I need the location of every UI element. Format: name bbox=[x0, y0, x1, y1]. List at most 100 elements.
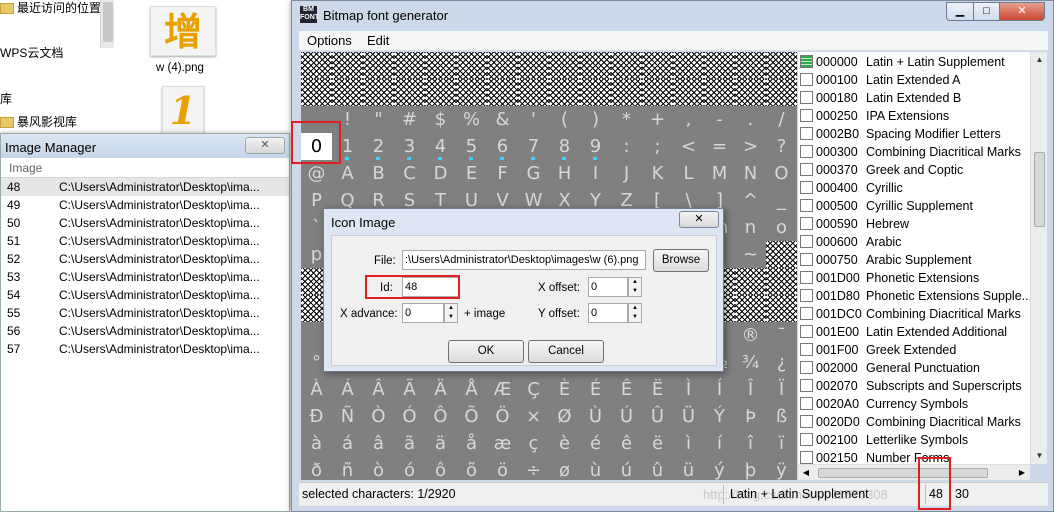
char-cell[interactable]: Ù bbox=[580, 403, 611, 430]
char-cell[interactable]: æ bbox=[487, 430, 518, 457]
char-cell[interactable]: Í bbox=[704, 376, 735, 403]
char-cell[interactable]: Ì bbox=[673, 376, 704, 403]
char-cell[interactable] bbox=[363, 79, 394, 106]
range-item[interactable]: 000400 Cyrillic bbox=[800, 179, 903, 197]
char-cell[interactable] bbox=[611, 52, 642, 79]
char-cell[interactable]: Â bbox=[363, 376, 394, 403]
char-cell[interactable] bbox=[735, 52, 766, 79]
range-item[interactable]: 000100 Latin Extended A bbox=[800, 71, 961, 89]
char-cell[interactable]: B bbox=[363, 160, 394, 187]
file-thumbnail[interactable]: 增 bbox=[150, 6, 216, 56]
char-cell[interactable]: 6 bbox=[487, 133, 518, 160]
char-cell[interactable]: Ü bbox=[673, 403, 704, 430]
range-item[interactable]: 000750 Arabic Supplement bbox=[800, 251, 972, 269]
list-item[interactable]: 51 C:\Users\Administrator\Desktop\ima... bbox=[1, 232, 289, 250]
explorer-scrollbar[interactable] bbox=[100, 0, 114, 48]
range-item[interactable]: 000600 Arabic bbox=[800, 233, 901, 251]
range-checkbox[interactable] bbox=[800, 271, 813, 284]
close-button[interactable]: ✕ bbox=[245, 137, 285, 154]
char-cell[interactable] bbox=[766, 79, 797, 106]
char-cell[interactable]: G bbox=[518, 160, 549, 187]
char-cell[interactable] bbox=[642, 52, 673, 79]
char-cell[interactable]: Æ bbox=[487, 376, 518, 403]
range-checkbox[interactable] bbox=[800, 343, 813, 356]
char-cell[interactable]: Ò bbox=[363, 403, 394, 430]
char-cell[interactable]: 9 bbox=[580, 133, 611, 160]
nav-item-recent-places[interactable]: 最近访问的位置 bbox=[0, 0, 101, 16]
file-path-field[interactable]: :\Users\Administrator\Desktop\images\w (… bbox=[402, 250, 646, 270]
char-cell[interactable]: ÷ bbox=[518, 457, 549, 480]
range-item[interactable]: 001D00 Phonetic Extensions bbox=[800, 269, 979, 287]
char-cell[interactable]: × bbox=[518, 403, 549, 430]
range-list-vertical-scrollbar[interactable]: ▲ ▼ bbox=[1030, 52, 1047, 464]
char-cell[interactable]: 8 bbox=[549, 133, 580, 160]
file-thumbnail[interactable]: 1 bbox=[162, 86, 204, 134]
char-cell[interactable]: Ö bbox=[487, 403, 518, 430]
char-cell[interactable]: ø bbox=[549, 457, 580, 480]
x-offset-spinner[interactable]: ▲ ▼ bbox=[628, 277, 642, 297]
char-cell[interactable]: K bbox=[642, 160, 673, 187]
char-cell[interactable] bbox=[363, 52, 394, 79]
char-cell[interactable] bbox=[642, 79, 673, 106]
char-cell[interactable]: Ê bbox=[611, 376, 642, 403]
char-cell[interactable]: ú bbox=[611, 457, 642, 480]
char-cell[interactable]: Î bbox=[735, 376, 766, 403]
char-cell[interactable]: ù bbox=[580, 457, 611, 480]
char-cell[interactable]: ó bbox=[394, 457, 425, 480]
range-checkbox[interactable] bbox=[800, 451, 813, 464]
image-manager-titlebar[interactable]: Image Manager ✕ bbox=[1, 134, 289, 158]
range-list-horizontal-scrollbar[interactable]: ◀ ▶ bbox=[798, 464, 1030, 480]
char-cell[interactable] bbox=[673, 79, 704, 106]
range-checkbox[interactable] bbox=[800, 55, 813, 68]
char-cell[interactable] bbox=[673, 52, 704, 79]
range-item[interactable]: 002000 General Punctuation bbox=[800, 359, 980, 377]
char-cell[interactable]: è bbox=[549, 430, 580, 457]
range-item[interactable]: 001D80 Phonetic Extensions Supple... bbox=[800, 287, 1030, 305]
list-item[interactable]: 52 C:\Users\Administrator\Desktop\ima... bbox=[1, 250, 289, 268]
char-cell[interactable]: ¯ bbox=[766, 322, 797, 349]
char-cell[interactable]: 0 bbox=[301, 133, 332, 160]
scroll-left-arrow-icon[interactable]: ◀ bbox=[798, 465, 814, 481]
char-cell[interactable]: É bbox=[580, 376, 611, 403]
cancel-button[interactable]: Cancel bbox=[528, 340, 604, 363]
char-cell[interactable]: _ bbox=[766, 187, 797, 214]
browse-button[interactable]: Browse bbox=[653, 249, 709, 272]
char-cell[interactable]: á bbox=[332, 430, 363, 457]
char-cell[interactable] bbox=[549, 52, 580, 79]
char-cell[interactable]: Ø bbox=[549, 403, 580, 430]
range-item[interactable]: 000180 Latin Extended B bbox=[800, 89, 961, 107]
char-cell[interactable]: ) bbox=[580, 106, 611, 133]
char-cell[interactable]: Ñ bbox=[332, 403, 363, 430]
range-item[interactable]: 000300 Combining Diacritical Marks bbox=[800, 143, 1021, 161]
range-checkbox[interactable] bbox=[800, 181, 813, 194]
char-cell[interactable]: 4 bbox=[425, 133, 456, 160]
range-checkbox[interactable] bbox=[800, 127, 813, 140]
scroll-thumb[interactable] bbox=[818, 468, 988, 478]
scroll-thumb[interactable] bbox=[1034, 152, 1045, 227]
list-item[interactable]: 54 C:\Users\Administrator\Desktop\ima... bbox=[1, 286, 289, 304]
char-cell[interactable]: ö bbox=[487, 457, 518, 480]
char-cell[interactable]: ê bbox=[611, 430, 642, 457]
char-cell[interactable]: Ð bbox=[301, 403, 332, 430]
char-cell[interactable] bbox=[611, 79, 642, 106]
range-checkbox[interactable] bbox=[800, 433, 813, 446]
char-cell[interactable] bbox=[301, 79, 332, 106]
menu-options[interactable]: Options bbox=[307, 33, 352, 48]
list-item[interactable]: 55 C:\Users\Administrator\Desktop\ima... bbox=[1, 304, 289, 322]
range-checkbox[interactable] bbox=[800, 361, 813, 374]
range-item[interactable]: 0020A0 Currency Symbols bbox=[800, 395, 968, 413]
char-cell[interactable]: 1 bbox=[332, 133, 363, 160]
scroll-right-arrow-icon[interactable]: ▶ bbox=[1014, 465, 1030, 481]
char-cell[interactable] bbox=[456, 52, 487, 79]
char-cell[interactable] bbox=[456, 79, 487, 106]
char-cell[interactable] bbox=[394, 79, 425, 106]
char-cell[interactable]: % bbox=[456, 106, 487, 133]
char-cell[interactable]: - bbox=[704, 106, 735, 133]
range-checkbox[interactable] bbox=[800, 379, 813, 392]
range-checkbox[interactable] bbox=[800, 289, 813, 302]
char-cell[interactable]: å bbox=[456, 430, 487, 457]
char-cell[interactable]: D bbox=[425, 160, 456, 187]
range-item[interactable]: 0002B0 Spacing Modifier Letters bbox=[800, 125, 1001, 143]
scroll-down-arrow-icon[interactable]: ▼ bbox=[1031, 448, 1048, 464]
char-cell[interactable]: / bbox=[766, 106, 797, 133]
